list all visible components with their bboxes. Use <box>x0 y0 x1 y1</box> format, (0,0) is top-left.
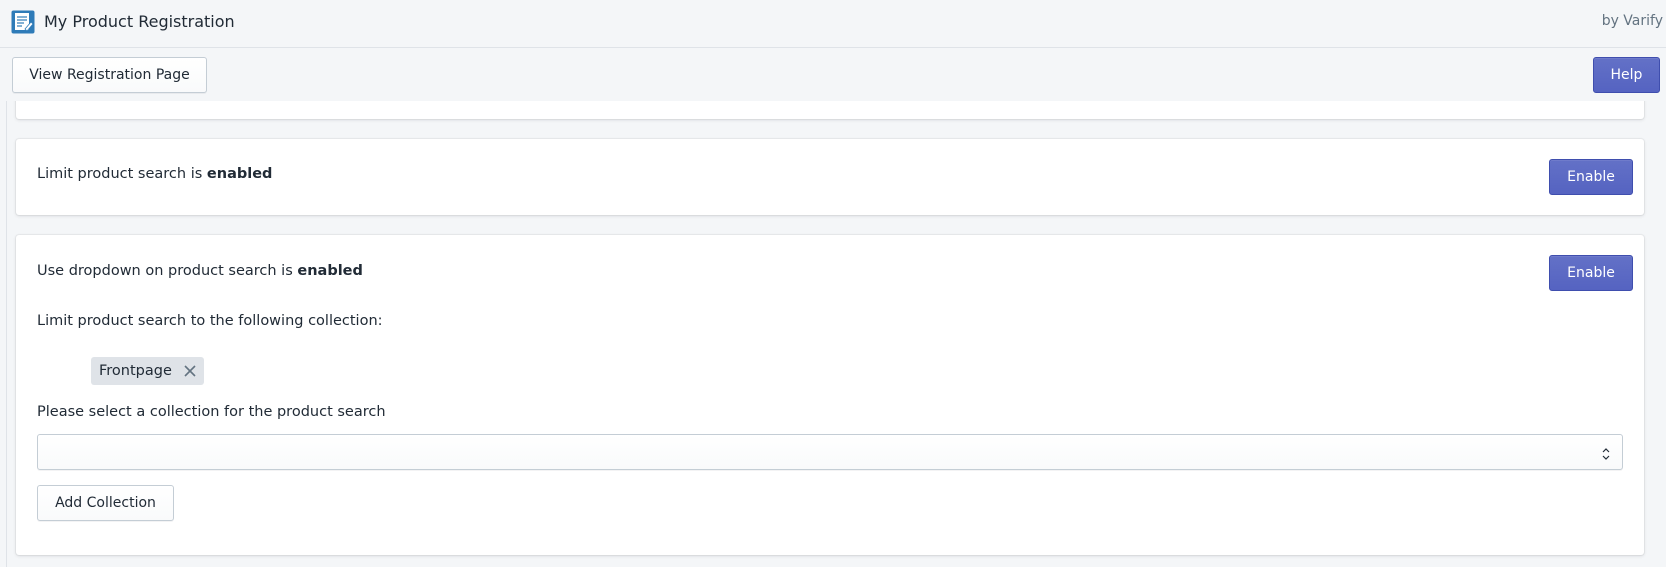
settings-content[interactable]: Limit product search is enabled Enable U… <box>0 101 1666 567</box>
limit-search-status-value: enabled <box>206 166 273 182</box>
help-button[interactable]: Help <box>1593 57 1660 93</box>
registration-form-icon <box>11 10 35 34</box>
dropdown-search-status-prefix: Use dropdown on product search is <box>37 263 298 279</box>
dropdown-search-status-value: enabled <box>297 263 363 279</box>
app-title: My Product Registration <box>44 12 235 31</box>
view-registration-page-button[interactable]: View Registration Page <box>12 57 207 93</box>
collection-select-label: Please select a collection for the produ… <box>37 404 386 420</box>
collection-tag-label: Frontpage <box>99 363 172 379</box>
limit-search-card: Limit product search is enabled Enable <box>16 139 1644 215</box>
toolbar: View Registration Page Help <box>0 48 1666 101</box>
collection-tag: Frontpage <box>91 357 204 385</box>
close-icon[interactable] <box>182 363 198 379</box>
limit-search-status: Limit product search is enabled <box>37 166 272 182</box>
title-bar: My Product Registration by Varify <box>0 0 1666 48</box>
select-arrows-icon <box>1602 446 1610 460</box>
limit-search-status-prefix: Limit product search is <box>37 166 207 182</box>
left-divider <box>6 101 7 567</box>
add-collection-button[interactable]: Add Collection <box>37 485 174 521</box>
dropdown-search-enable-button[interactable]: Enable <box>1549 255 1633 291</box>
collection-limit-label: Limit product search to the following co… <box>37 313 383 329</box>
limit-search-enable-button[interactable]: Enable <box>1549 159 1633 195</box>
settings-card-previous <box>16 101 1644 119</box>
dropdown-search-card: Use dropdown on product search is enable… <box>16 235 1644 555</box>
collection-select[interactable] <box>37 434 1623 470</box>
dropdown-search-status: Use dropdown on product search is enable… <box>37 263 363 279</box>
vendor-credit: by Varify <box>1601 13 1663 29</box>
